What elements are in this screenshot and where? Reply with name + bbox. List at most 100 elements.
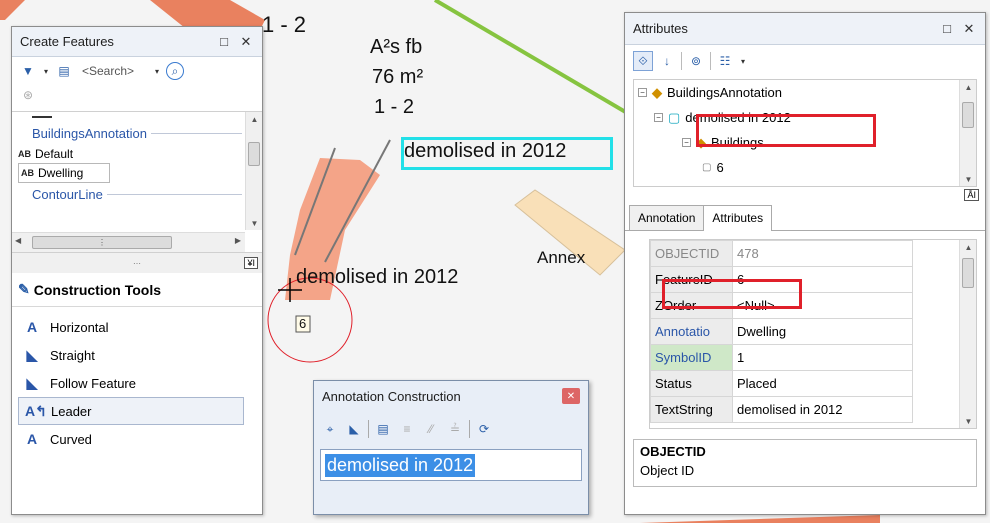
tab-annotation[interactable]: Annotation — [629, 205, 705, 230]
template-list-icon[interactable]: ▤ — [54, 61, 74, 81]
close-icon[interactable]: ✕ — [238, 34, 254, 50]
scroll-thumb[interactable] — [248, 142, 260, 166]
template-group-contourline[interactable]: ContourLine — [12, 183, 262, 206]
identify-icon[interactable]: ⊚ — [686, 51, 706, 71]
refresh-icon[interactable]: ⟳ — [474, 419, 494, 439]
template-item-dwelling[interactable]: AB Dwelling — [18, 163, 110, 183]
collapse-icon[interactable]: ÅI — [964, 189, 979, 201]
horizontal-tool-icon: A — [26, 319, 38, 335]
scroll-left-icon[interactable]: ◀ — [15, 236, 21, 245]
search-icon[interactable]: ⌕ — [166, 62, 184, 80]
template-item-label: Dwelling — [38, 166, 84, 180]
create-features-title: Create Features — [20, 34, 114, 49]
tree-row-root[interactable]: − ◆ BuildingsAnnotation — [638, 80, 976, 105]
scroll-up-icon[interactable]: ▲ — [246, 112, 263, 126]
unstack-text-icon[interactable]: ≟ — [445, 419, 465, 439]
attribute-name: Status — [650, 370, 733, 397]
group-rule — [106, 194, 242, 195]
attribute-row[interactable]: Annotatio Dwelling — [650, 318, 913, 345]
construction-tools-header: ✎ Construction Tools — [12, 273, 262, 307]
create-features-panel: Create Features □ ✕ ▼ ▾ ▤ <Search> ▾ ⌕ ⊛… — [11, 26, 263, 515]
annotation-feature-icon: ▢ — [668, 109, 681, 125]
tool-curved[interactable]: A Curved — [12, 425, 262, 453]
template-group-label: BuildingsAnnotation — [32, 126, 147, 141]
create-features-toolbar-2: ⊛ — [12, 85, 262, 109]
attribute-row[interactable]: SymbolID 1 — [650, 344, 913, 371]
construction-tools-list: A Horizontal ◣ Straight ◣ Follow Feature… — [12, 307, 262, 453]
scroll-down-icon[interactable]: ▼ — [960, 414, 976, 428]
toolbar-separator — [469, 420, 470, 438]
field-description-text: Object ID — [640, 463, 695, 478]
annotation-label[interactable]: demolised in 2012 — [296, 266, 458, 289]
search-dropdown-icon[interactable]: ▾ — [152, 61, 162, 81]
attribute-row[interactable]: Status Placed — [650, 370, 913, 397]
template-group-buildingsannotation[interactable]: BuildingsAnnotation — [12, 122, 262, 145]
tool-follow-feature[interactable]: ◣ Follow Feature — [12, 369, 262, 397]
attribute-value: 478 — [732, 240, 913, 267]
attributes-titlebar: Attributes □ ✕ — [625, 13, 985, 45]
attribute-row[interactable]: TextString demolised in 2012 — [650, 396, 913, 423]
tool-label: Follow Feature — [50, 375, 136, 391]
organize-templates-icon[interactable]: ▼ — [18, 61, 38, 81]
text-properties-icon[interactable]: ▤ — [373, 419, 393, 439]
attribute-value[interactable]: Placed — [732, 370, 913, 397]
tool-label: Curved — [50, 431, 92, 447]
annotation-construction-title: Annotation Construction — [322, 388, 461, 404]
maximize-icon[interactable]: □ — [216, 34, 232, 50]
scroll-down-icon[interactable]: ▼ — [960, 172, 977, 186]
tree-row-related-child[interactable]: ▢ 6 — [638, 155, 976, 180]
hscroll-thumb[interactable]: ⋮ — [32, 236, 172, 249]
chevron-down-icon[interactable]: ▾ — [42, 61, 50, 81]
tree-root-label: BuildingsAnnotation — [667, 85, 782, 100]
stack-text-icon[interactable]: ≡ — [397, 419, 417, 439]
template-list: BuildingsAnnotation AB Default AB Dwelli… — [12, 111, 262, 253]
template-list-hscrollbar[interactable]: ◀ ⋮ ▶ — [12, 232, 245, 252]
show-features-icon[interactable]: ⟐ — [633, 51, 653, 71]
parcel-top-left — [0, 0, 25, 20]
attribute-value[interactable]: Dwelling — [732, 318, 913, 345]
construction-tools-icon: ✎ — [18, 281, 30, 297]
scroll-thumb[interactable] — [962, 102, 974, 128]
attribute-row[interactable]: OBJECTID 478 — [650, 240, 913, 267]
lot-label-top: 1 - 2 — [262, 12, 307, 37]
search-input[interactable]: <Search> — [78, 64, 148, 78]
annotation-construction-dialog: Annotation Construction ✕ ⌖ ◣ ▤ ≡ ⁄⁄ ≟ ⟳… — [313, 380, 589, 515]
template-list-scrollbar[interactable]: ▲ ▼ — [245, 112, 262, 230]
selected-annotation-label[interactable]: demolised in 2012 — [404, 140, 566, 163]
sort-icon[interactable]: ↓ — [657, 51, 677, 71]
collapse-icon[interactable]: ¥I — [244, 257, 258, 269]
tool-horizontal[interactable]: A Horizontal — [12, 313, 262, 341]
attribute-grid-scrollbar[interactable]: ▲ ▼ — [959, 240, 976, 428]
zoom-templates-icon[interactable]: ⊛ — [18, 85, 38, 105]
straight-tool-icon[interactable]: ◣ — [344, 419, 364, 439]
flip-text-icon[interactable]: ⁄⁄ — [421, 419, 441, 439]
annotation-text-input[interactable]: demolised in 2012 — [320, 449, 582, 481]
attribute-value[interactable]: demolised in 2012 — [732, 396, 913, 423]
tree-splitter[interactable]: ÅI — [625, 189, 985, 203]
maximize-icon[interactable]: □ — [939, 21, 955, 37]
collapse-toggle-icon[interactable]: − — [638, 88, 647, 97]
feature-icon: ▢ — [702, 162, 712, 173]
find-text-icon[interactable]: ⌖ — [320, 419, 340, 439]
close-icon[interactable]: ✕ — [562, 388, 580, 404]
scroll-right-icon[interactable]: ▶ — [235, 236, 241, 245]
attribute-value[interactable]: 1 — [732, 344, 913, 371]
close-icon[interactable]: ✕ — [961, 21, 977, 37]
collapse-toggle-icon[interactable]: − — [682, 138, 691, 147]
area-label-line3: 1 - 2 — [374, 96, 415, 118]
scroll-up-icon[interactable]: ▲ — [960, 240, 976, 254]
collapse-toggle-icon[interactable]: − — [654, 113, 663, 122]
tool-leader[interactable]: A↰ Leader — [18, 397, 244, 425]
template-item-default[interactable]: AB Default — [12, 145, 262, 163]
scroll-thumb[interactable] — [962, 258, 974, 288]
scroll-up-icon[interactable]: ▲ — [960, 80, 977, 94]
scroll-down-icon[interactable]: ▼ — [246, 216, 263, 230]
tool-straight[interactable]: ◣ Straight — [12, 341, 262, 369]
tab-attributes[interactable]: Attributes — [703, 205, 773, 231]
chevron-down-icon[interactable]: ▾ — [739, 51, 747, 71]
options-icon[interactable]: ☷ — [715, 51, 735, 71]
tree-scrollbar[interactable]: ▲ ▼ — [959, 80, 976, 186]
area-label-line2: 76 m² — [372, 66, 424, 88]
attribute-table: OBJECTID 478 FeatureID 6 ZOrder <Null> A… — [650, 240, 913, 423]
splitter-bar[interactable]: ⋯ ¥I — [12, 253, 262, 273]
